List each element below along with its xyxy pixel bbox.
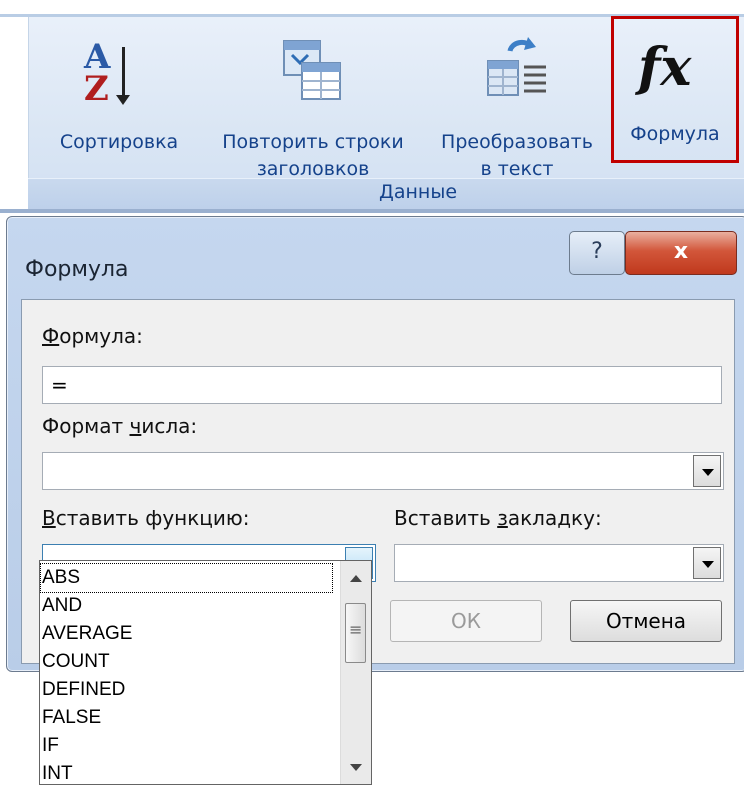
repeat-header-rows-label: Повторить строки заголовков [198, 129, 428, 183]
repeat-header-rows-label-line2: заголовков [256, 158, 370, 180]
close-icon: x [673, 239, 689, 264]
formula-label-text: ормула: [59, 324, 143, 348]
function-option-if[interactable]: IF [42, 732, 59, 760]
function-dropdown-list[interactable]: ABS AND AVERAGE COUNT DEFINED FALSE IF I… [39, 560, 372, 785]
insert-function-label-accesskey: В [42, 506, 56, 530]
scroll-up-icon[interactable] [350, 575, 362, 582]
convert-to-text-label-line2: в текст [480, 158, 554, 180]
formula-button[interactable]: fx Формула [611, 16, 739, 163]
ribbon-group-label: Данные [378, 181, 458, 203]
ok-button[interactable]: ОК [390, 600, 542, 642]
insert-bookmark-label-accesskey: з [497, 506, 508, 530]
formula-input[interactable]: = [42, 366, 722, 404]
chevron-down-icon[interactable] [693, 547, 721, 579]
sort-button-label: Сортировка [59, 131, 179, 153]
convert-to-text-icon [487, 37, 546, 96]
function-list-scrollbar[interactable] [340, 561, 371, 784]
function-option-abs[interactable]: ABS [40, 563, 333, 593]
insert-bookmark-select[interactable] [394, 544, 724, 582]
help-button[interactable]: ? [569, 231, 625, 275]
function-option-and[interactable]: AND [42, 592, 82, 620]
insert-bookmark-label: Вставить закладку: [394, 506, 602, 530]
sort-az-icon: AZ [84, 37, 144, 109]
convert-to-text-label: Преобразовать в текст [428, 129, 606, 183]
function-option-defined[interactable]: DEFINED [42, 676, 125, 704]
function-option-average[interactable]: AVERAGE [42, 620, 132, 648]
formula-label: Формула: [42, 324, 143, 348]
number-format-label-pre: Формат [42, 414, 130, 438]
function-option-int[interactable]: INT [42, 760, 73, 784]
formula-button-label: Формула [630, 123, 720, 145]
close-button[interactable]: x [625, 231, 737, 275]
dialog-title: Формула [25, 257, 129, 282]
function-option-false[interactable]: FALSE [42, 704, 101, 732]
insert-bookmark-label-pre: Вставить [394, 506, 498, 530]
number-format-label-post: исла: [141, 414, 198, 438]
number-format-select[interactable] [42, 452, 724, 490]
sort-button[interactable]: AZ Сортировка [40, 17, 198, 177]
ribbon-data-group: Данные AZ Сортировка Повторить строки за… [0, 0, 744, 213]
help-icon: ? [591, 239, 603, 264]
fx-icon: fx [638, 37, 692, 98]
convert-to-text-label-line1: Преобразовать [441, 131, 593, 153]
chevron-down-icon[interactable] [693, 455, 721, 487]
scrollbar-thumb[interactable] [345, 603, 366, 663]
ribbon-bottom-border [0, 209, 744, 213]
insert-function-label: Вставить функцию: [42, 506, 250, 530]
formula-label-accesskey: Ф [42, 324, 60, 348]
function-option-count[interactable]: COUNT [42, 648, 110, 676]
insert-bookmark-label-post: акладку: [507, 506, 602, 530]
scroll-down-icon[interactable] [350, 764, 362, 771]
repeat-header-rows-icon [283, 40, 341, 100]
number-format-label: Формат числа: [42, 414, 197, 438]
cancel-button[interactable]: Отмена [570, 600, 722, 642]
number-format-label-accesskey: ч [129, 414, 142, 438]
insert-function-label-text: ставить функцию: [55, 506, 250, 530]
convert-to-text-button[interactable]: Преобразовать в текст [428, 17, 606, 180]
repeat-header-rows-label-line1: Повторить строки [222, 131, 404, 153]
repeat-header-rows-button[interactable]: Повторить строки заголовков [198, 17, 428, 180]
